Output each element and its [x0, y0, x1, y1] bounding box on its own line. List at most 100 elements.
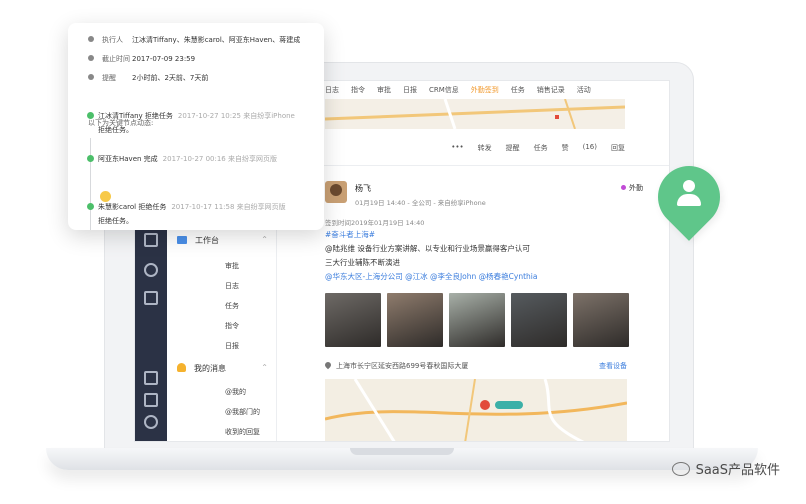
nav-item-daily[interactable]: 日报 — [225, 341, 239, 351]
nav-item-at-me[interactable]: @我的 — [225, 387, 246, 397]
person-icon — [676, 180, 702, 208]
tab-log[interactable]: 日志 — [325, 85, 339, 99]
doc-icon[interactable] — [144, 371, 158, 385]
checkin-time: 签到时间2019年01月19日 14:40 — [325, 219, 425, 227]
post-hashtag[interactable]: #奋斗者上海# — [325, 229, 375, 240]
tab-activity[interactable]: 活动 — [577, 85, 591, 99]
emoji-icon — [100, 191, 111, 202]
post-line-1: @陆兆维 设备行业方案讲解、以专业和行业场景赢得客户认可 — [325, 244, 530, 253]
clock-icon — [88, 55, 94, 61]
watermark-text: SaaS产品软件 — [695, 463, 780, 478]
watermark: SaaS产品软件 — [671, 459, 780, 478]
feed-divider — [317, 165, 669, 166]
post-photo[interactable] — [325, 293, 381, 347]
post-photo[interactable] — [387, 293, 443, 347]
post-mentions[interactable]: @华东大区-上海分公司 @江冰 @李全良John @杨春艳Cynthia — [325, 271, 537, 282]
like-button[interactable]: 赞 — [562, 143, 569, 159]
more-button[interactable]: ••• — [451, 143, 463, 159]
deadline-value: 2017-07-09 23:59 — [132, 55, 196, 63]
timeline-line — [90, 138, 91, 230]
avatar[interactable] — [325, 181, 347, 203]
task-button[interactable]: 任务 — [534, 143, 548, 159]
feed-tabs: 全部 日志 指令 审批 日报 CRM信息 外勤签到 任务 销售记录 活动 — [325, 85, 591, 99]
deadline-label: 截止时间 — [102, 55, 130, 63]
reminder-row: 提醒 2小时前、2天前、7天前 — [88, 73, 208, 83]
nav-messages-label: 我的消息 — [194, 364, 226, 373]
person-body — [677, 194, 701, 206]
map-preview-top[interactable] — [325, 99, 625, 129]
tag-dot — [621, 185, 626, 190]
wechat-icon — [671, 462, 690, 476]
nav-item-replies[interactable]: 收到的回复 — [225, 427, 260, 437]
post-photo[interactable] — [449, 293, 505, 347]
chevron-up-icon[interactable]: ⌃ — [261, 363, 268, 372]
chevron-up-icon[interactable]: ⌃ — [261, 235, 268, 244]
tab-instruction[interactable]: 指令 — [351, 85, 365, 99]
post-line-2: 三大行业辅陈不断演进 — [325, 258, 400, 267]
map-preview[interactable] — [325, 379, 627, 441]
person-icon — [88, 36, 94, 42]
timeline-entry-sub: 拒绝任务。 — [98, 126, 133, 134]
deadline-row: 截止时间 2017-07-09 23:59 — [88, 54, 195, 64]
timeline-entry: 阿亚东Haven 完成 2017-10-27 00:16 来自纷享网页版 — [98, 154, 277, 164]
tab-sales[interactable]: 销售记录 — [537, 85, 565, 99]
gear-icon[interactable] — [144, 415, 158, 429]
nav-section-workbench[interactable]: 工作台 — [177, 235, 219, 246]
nav-item-task[interactable]: 任务 — [225, 301, 239, 311]
location-pin-icon — [323, 360, 333, 370]
nav-item-instruction[interactable]: 指令 — [225, 321, 239, 331]
timeline-entry-text: 朱慧影carol 拒绝任务 — [98, 203, 167, 211]
nav-section-label: 工作台 — [195, 236, 219, 245]
post-tag-label: 外勤 — [629, 184, 643, 192]
promo-stage: 工作台 ⌃ 审批 日志 任务 指令 日报 我的消息 ⌃ @我的 @我部门的 收到… — [0, 0, 806, 504]
calendar-icon[interactable] — [144, 291, 158, 305]
nav-section-messages[interactable]: 我的消息 — [177, 363, 226, 374]
photo-strip — [325, 293, 629, 347]
address-text: 上海市长宁区延安西路699号春秋国际大厦 — [336, 362, 469, 370]
reminder-label: 提醒 — [102, 74, 116, 82]
clock-icon[interactable] — [144, 263, 158, 277]
timeline-entry-time: 2017-10-27 10:25 来自纷享iPhone — [177, 112, 295, 120]
timeline-entry: 朱慧影carol 拒绝任务 2017-10-17 11:58 来自纷享网页版 — [98, 202, 286, 212]
reminder-value: 2小时前、2天前、7天前 — [132, 74, 209, 82]
bell-icon — [177, 363, 186, 372]
box-icon[interactable] — [144, 393, 158, 407]
workbench-icon — [177, 236, 187, 244]
assignees-label: 执行人 — [102, 36, 123, 44]
timeline-entry-time: 2017-10-17 11:58 来自纷享网页版 — [171, 203, 286, 211]
post-photo[interactable] — [511, 293, 567, 347]
post-photo[interactable] — [573, 293, 629, 347]
timeline-entry: 江冰清Tiffany 拒绝任务 2017-10-27 10:25 来自纷享iPho… — [98, 111, 295, 121]
tab-task[interactable]: 任务 — [511, 85, 525, 99]
post-tag: 外勤 — [621, 183, 643, 193]
view-location-link[interactable]: 查看设备 — [599, 361, 627, 371]
tab-crm[interactable]: CRM信息 — [429, 85, 459, 99]
nav-item-log[interactable]: 日志 — [225, 281, 239, 291]
tab-field-checkin[interactable]: 外勤签到 — [471, 85, 499, 99]
remind-button[interactable]: 提醒 — [506, 143, 520, 159]
map-roads — [325, 99, 625, 129]
laptop-notch — [350, 448, 454, 455]
tab-approval[interactable]: 审批 — [377, 85, 391, 99]
feed-post: 杨飞 01月19日 14:40 - 全公司 - 来自纷享iPhone 外勤 签到… — [317, 171, 647, 441]
timeline-entry-text: 阿亚东Haven 完成 — [98, 155, 158, 163]
forward-button[interactable]: 转发 — [478, 143, 492, 159]
like-count[interactable]: (16) — [583, 143, 597, 159]
timeline-dot — [87, 203, 94, 210]
post-meta: 01月19日 14:40 - 全公司 - 来自纷享iPhone — [355, 199, 486, 207]
post-author[interactable]: 杨飞 — [355, 183, 371, 194]
timeline-entry-sub: 拒绝任务。 — [98, 217, 133, 225]
timeline-entry-time: 2017-10-27 00:16 来自纷享网页版 — [162, 155, 277, 163]
assignees-row: 执行人 江冰清Tiffany、朱慧影carol、阿亚东Haven、蒋建成 — [88, 35, 300, 45]
person-head — [683, 180, 695, 192]
mail-icon[interactable] — [144, 233, 158, 247]
nav-item-approval[interactable]: 审批 — [225, 261, 239, 271]
nav-item-at-dept[interactable]: @我部门的 — [225, 407, 260, 417]
address-row: 上海市长宁区延安西路699号春秋国际大厦 查看设备 — [323, 360, 627, 377]
map-roads-main — [325, 379, 627, 441]
task-detail-popup: 执行人 江冰清Tiffany、朱慧影carol、阿亚东Haven、蒋建成 截止时间… — [68, 23, 324, 230]
reply-button[interactable]: 回复 — [611, 143, 625, 159]
timeline-entry-text: 江冰清Tiffany 拒绝任务 — [98, 112, 173, 120]
tab-daily[interactable]: 日报 — [403, 85, 417, 99]
feed-actions: ••• 转发 提醒 任务 赞 (16) 回复 — [325, 143, 629, 159]
